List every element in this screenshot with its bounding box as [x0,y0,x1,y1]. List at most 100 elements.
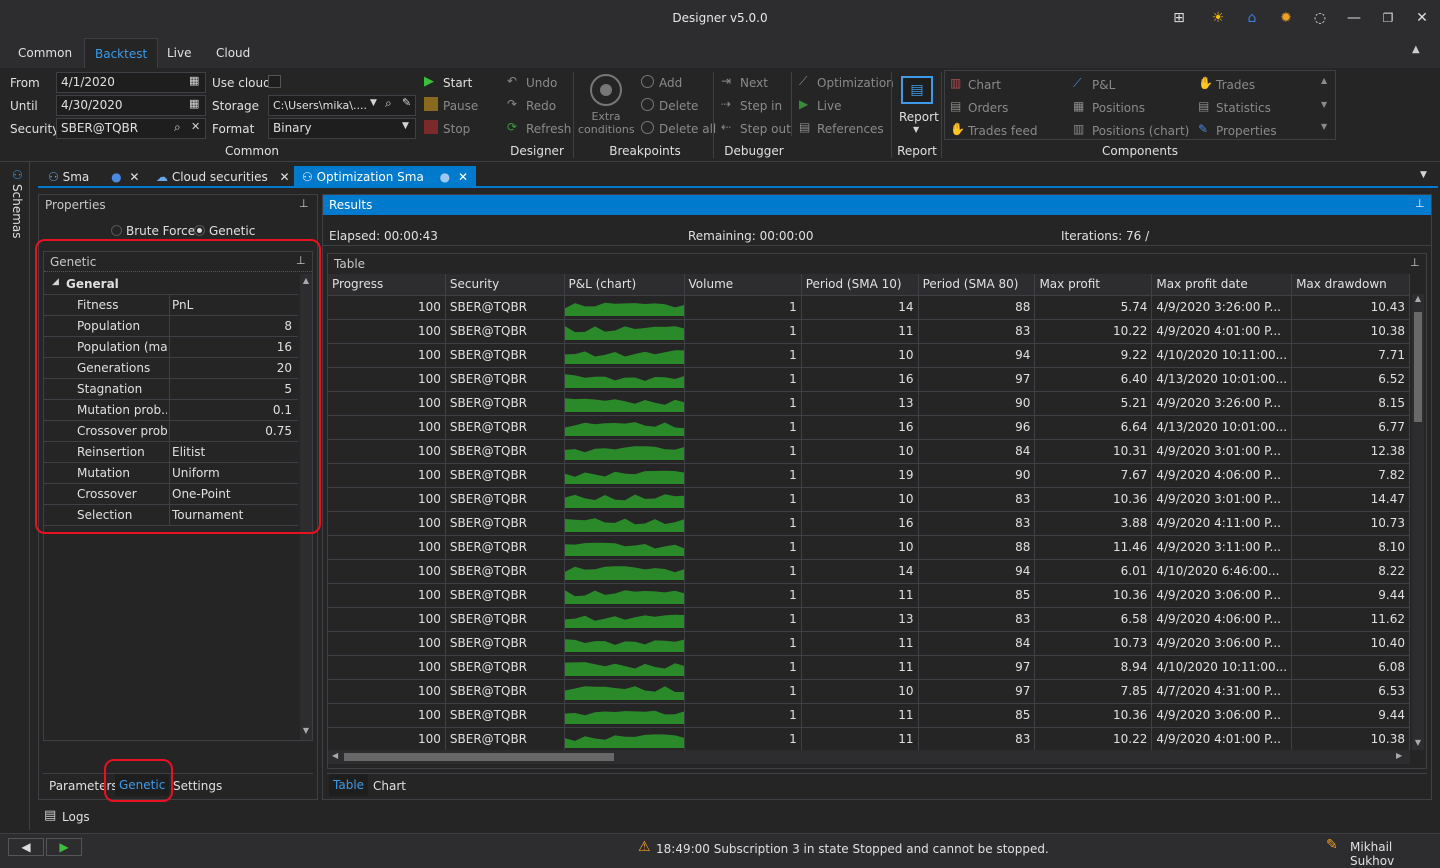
tab-settings[interactable]: Settings [173,779,222,793]
positions-component[interactable]: Positions [1092,101,1145,115]
search-icon[interactable]: ⌕ [385,96,392,111]
column-header[interactable]: Security [445,274,565,296]
orders-component[interactable]: Orders [968,101,1008,115]
orders-icon[interactable]: ▤ [950,99,961,113]
statistics-icon[interactable]: ▤ [1198,99,1209,113]
close-icon[interactable]: ✕ [1411,8,1433,28]
storage-input[interactable]: C:\Users\mika\.... [268,95,416,116]
table-row[interactable]: 100 SBER@TQBR 1 19 90 7.67 4/9/2020 4:06:00 P.… [328,463,1410,488]
refresh-button[interactable]: Refresh [526,122,571,136]
trades-feed-icon[interactable]: ✋ [950,122,965,136]
column-header[interactable]: Max profit [1034,274,1153,296]
chart-component[interactable]: Chart [968,78,1001,92]
security-input[interactable]: SBER@TQBR [56,118,206,139]
close-icon[interactable]: ✕ [458,170,468,184]
table-row[interactable]: 100 SBER@TQBR 1 10 88 11.46 4/9/2020 3:11:00 P… [328,535,1410,560]
edit-icon[interactable]: ✎ [402,96,411,109]
table-row[interactable]: 100 SBER@TQBR 1 11 83 10.22 4/9/2020 4:01:00 P… [328,727,1410,750]
horizontal-scrollbar[interactable]: ◀ ▶ [328,750,1410,764]
tab-table[interactable]: Table [329,774,369,796]
close-icon[interactable]: ✕ [280,170,290,184]
pause-button[interactable]: Pause [443,99,478,113]
help-icon[interactable]: ● [440,170,450,184]
delete-breakpoint-button[interactable]: Delete [659,99,698,113]
schemas-tab[interactable]: Schemas [10,184,24,239]
table-row[interactable]: 100 SBER@TQBR 1 16 96 6.64 4/13/2020 10:01:00.… [328,415,1410,440]
logs-icon[interactable]: ▤ [44,808,56,823]
table-row[interactable]: 100 SBER@TQBR 1 11 85 10.36 4/9/2020 3:06:00 P… [328,583,1410,608]
report-button[interactable]: Report [899,110,939,124]
column-header[interactable]: P&L (chart) [564,274,685,296]
doc-tab-cloud-securities[interactable]: ☁ Cloud securities ✕ [148,166,298,188]
gallery-down-icon[interactable]: ▼ [1321,100,1327,109]
scroll-down-icon[interactable]: ▼ [300,726,312,735]
table-row[interactable]: 100 SBER@TQBR 1 10 94 9.22 4/10/2020 10:11:00.… [328,343,1410,368]
forward-icon[interactable]: ▶ [46,838,82,856]
scroll-thumb[interactable] [344,753,614,761]
positions-icon[interactable]: ▦ [1073,99,1084,113]
vertical-scrollbar[interactable]: ▲ ▼ [1412,294,1424,750]
delete-all-button[interactable]: Delete all [659,122,716,136]
delete-breakpoint-icon[interactable] [641,98,654,111]
step-in-button[interactable]: Step in [740,99,782,113]
scroll-thumb[interactable] [1414,312,1422,422]
table-row[interactable]: 100 SBER@TQBR 1 14 94 6.01 4/10/2020 6:46:00..… [328,559,1410,584]
positions-chart-component[interactable]: Positions (chart) [1092,124,1189,138]
user-icon[interactable]: ✎ [1326,837,1338,853]
column-header[interactable]: Max drawdown [1291,274,1410,296]
step-in-icon[interactable]: ⇢ [721,97,731,111]
until-date-input[interactable]: 4/30/2020 [56,95,206,116]
table-row[interactable]: 100 SBER@TQBR 1 10 97 7.85 4/7/2020 4:31:00 P.… [328,679,1410,704]
scroll-left-icon[interactable]: ◀ [332,751,338,760]
table-row[interactable]: 100 SBER@TQBR 1 14 88 5.74 4/9/2020 3:26:00 P.… [328,295,1410,320]
start-button[interactable]: Start [443,76,472,90]
format-select[interactable]: Binary [268,118,416,139]
live-icon[interactable]: ▶ [799,97,808,111]
search-icon[interactable]: ⌕ [174,120,181,135]
table-row[interactable]: 100 SBER@TQBR 1 13 90 5.21 4/9/2020 3:26:00 P.… [328,391,1410,416]
table-row[interactable]: 100 SBER@TQBR 1 11 84 10.73 4/9/2020 3:06:00 P… [328,631,1410,656]
help-icon[interactable]: ⌂ [1241,8,1263,28]
references-icon[interactable]: ▤ [799,120,810,134]
doc-tab-optimization-sma[interactable]: ⚇ Optimization Sma ● ✕ [294,166,477,188]
step-out-icon[interactable]: ⇠ [721,120,731,134]
add-breakpoint-button[interactable]: Add [659,76,682,90]
column-header[interactable]: Progress [328,274,446,296]
collapse-ribbon-icon[interactable]: ▲ [1412,44,1420,55]
help-icon[interactable]: ● [111,170,121,184]
table-row[interactable]: 100 SBER@TQBR 1 11 85 10.36 4/9/2020 3:06:00 P… [328,703,1410,728]
table-row[interactable]: 100 SBER@TQBR 1 11 97 8.94 4/10/2020 10:11:00.… [328,655,1410,680]
table-row[interactable]: 100 SBER@TQBR 1 11 83 10.22 4/9/2020 4:01:00 P… [328,319,1410,344]
table-row[interactable]: 100 SBER@TQBR 1 16 97 6.40 4/13/2020 10:01:00.… [328,367,1410,392]
statistics-component[interactable]: Statistics [1216,101,1271,115]
close-icon[interactable]: ✕ [129,170,139,184]
optimization-button[interactable]: Optimization [817,76,894,90]
next-button[interactable]: Next [740,76,768,90]
redo-icon[interactable]: ↷ [507,97,517,111]
table-row[interactable]: 100 SBER@TQBR 1 10 84 10.31 4/9/2020 3:01:00 P… [328,439,1410,464]
trades-component[interactable]: Trades [1216,78,1255,92]
tabs-dropdown-icon[interactable]: ▼ [1420,170,1427,180]
undo-button[interactable]: Undo [526,76,557,90]
properties-icon[interactable]: ✎ [1198,122,1208,136]
logs-tab[interactable]: Logs [62,810,90,824]
positions-chart-icon[interactable]: ▥ [1073,122,1084,136]
redo-button[interactable]: Redo [526,99,556,113]
pin-icon[interactable]: ⊥ [1415,197,1425,210]
genetic-radio[interactable] [194,225,205,236]
pin-icon[interactable]: ⊥ [1410,256,1420,269]
chevron-down-icon[interactable]: ▼ [913,125,919,134]
table-row[interactable]: 100 SBER@TQBR 1 13 83 6.58 4/9/2020 4:06:00 P.… [328,607,1410,632]
calendar-icon[interactable]: ▦ [189,97,199,110]
column-header[interactable]: Volume [684,274,802,296]
table-row[interactable]: 100 SBER@TQBR 1 10 83 10.36 4/9/2020 3:01:00 P… [328,487,1410,512]
live-button[interactable]: Live [817,99,842,113]
extra-conditions-icon[interactable] [590,74,622,106]
stop-icon[interactable] [424,120,438,134]
report-icon[interactable]: ▤ [901,76,933,104]
chat-icon[interactable]: ◌ [1309,8,1331,28]
scroll-up-icon[interactable]: ▲ [1412,294,1424,303]
pnl-icon[interactable]: ⟋ [1073,76,1081,91]
column-header[interactable]: Period (SMA 10) [801,274,919,296]
add-breakpoint-icon[interactable] [641,75,654,88]
